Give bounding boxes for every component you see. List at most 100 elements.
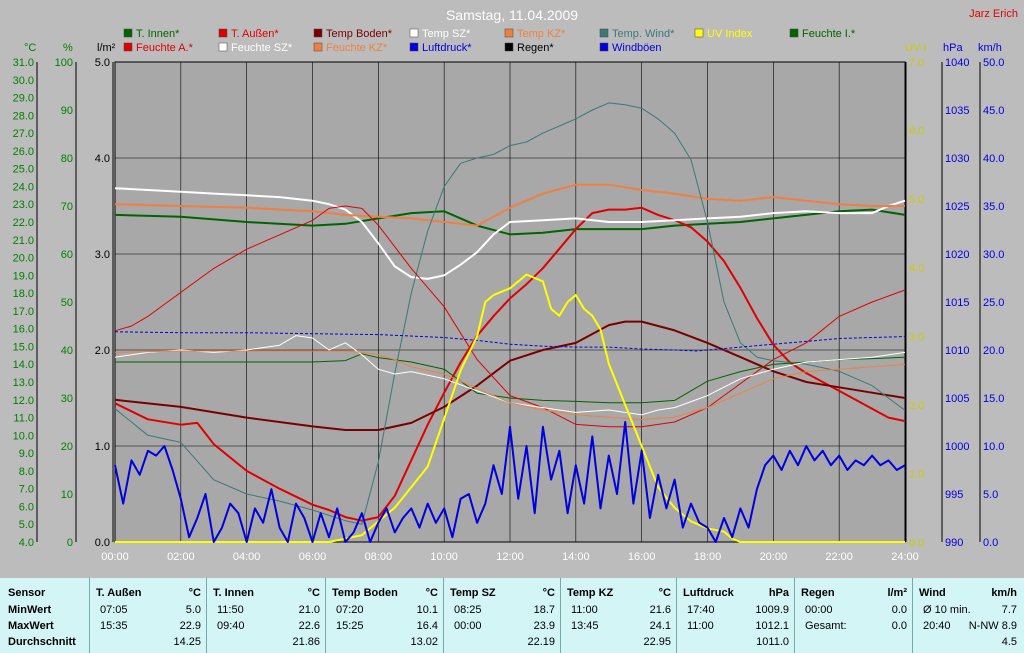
stats-cell: °C [425,587,438,599]
wind-tick-label: 15.0 [983,393,1004,405]
pressure-tick-label: 1000 [945,441,969,453]
humidity-axis-unit: % [63,42,73,54]
temp-tick-label: 30.0 [13,75,34,87]
stats-column: Temp KZ °C 11:00 21.6 13:45 24.1 22.95 [560,578,677,653]
uv-tick-label: 0.0 [909,537,924,549]
temp-tick-label: 16.0 [13,324,34,336]
legend-label: Temp Boden* [326,28,393,40]
stats-cell: 21.6 [649,604,671,616]
stats-cell: 22.9 [179,620,201,632]
legend-label: Luftdruck* [422,42,472,54]
humidity-tick-label: 0 [67,537,73,549]
humidity-tick-label: 40 [61,345,73,357]
x-tick-label: 14:00 [562,551,590,563]
stats-cell: Luftdruck [683,587,734,599]
stats-cell: hPa [768,587,789,599]
uv-tick-label: 5.0 [909,194,924,206]
stats-column: T. Außen °C 07:05 5.0 15:35 22.9 14.25 [89,578,207,653]
temp-tick-label: 14.0 [13,359,34,371]
stats-cell: °C [658,587,671,599]
stats-cell: N-NW 8.9 [968,620,1017,632]
x-tick-label: 04:00 [233,551,261,563]
stats-cell: Temp KZ [567,587,614,599]
humidity-tick-label: 10 [61,489,73,501]
legend-swatch [599,42,609,52]
legend-label: Feuchte SZ* [231,42,293,54]
pressure-tick-label: 1010 [945,345,969,357]
stats-column: T. Innen °C 11:50 21.0 09:40 22.6 21.86 [206,578,326,653]
stats-cell: T. Innen [213,587,254,599]
temp-tick-label: 8.0 [19,466,34,478]
stats-cell: Regen [801,587,835,599]
stats-cell: 07:20 [336,604,364,616]
stats-column: Regen l/m² 00:00 0.0 Gesamt: 0.0 [794,578,913,653]
temp-tick-label: 21.0 [13,235,34,247]
pressure-tick-label: 1030 [945,153,969,165]
legend-label: Feuchte I.* [802,28,856,40]
temp-tick-label: 19.0 [13,270,34,282]
legend-swatch [789,28,799,38]
stats-cell: °C [307,587,320,599]
legend-swatch [409,42,419,52]
stats-cell: 1012.1 [755,620,789,632]
stats-cell: Temp Boden [332,587,398,599]
wind-tick-label: 45.0 [983,105,1004,117]
stats-cell: Ø 10 min. [923,604,971,616]
stats-cell: 00:00 [454,620,482,632]
pressure-tick-label: 1015 [945,297,969,309]
uv-tick-label: 7.0 [909,57,924,69]
stats-cell: °C [542,587,555,599]
wind-tick-label: 35.0 [983,201,1004,213]
stats-cell: Gesamt: [805,620,847,632]
rain-tick-label: 0.0 [95,537,110,549]
stats-cell: 13:45 [571,620,599,632]
stats-cell: 16.4 [416,620,438,632]
temp-tick-label: 13.0 [13,377,34,389]
legend-swatch [409,28,419,38]
legend-swatch [504,28,514,38]
temp-tick-label: 11.0 [13,413,34,425]
stats-cell: 18.7 [533,604,555,616]
rain-tick-label: 4.0 [95,153,110,165]
weather-chart: 00:00 02:00 04:00 06:00 08:00 10:00 12:00 14:00… [0,0,1024,578]
legend-label: T. Innen* [136,28,180,40]
legend-label: Temp KZ* [517,28,566,40]
temp-tick-label: 23.0 [13,199,34,211]
wind-tick-label: 0.0 [983,537,998,549]
stats-cell: 15:25 [336,620,364,632]
legend-swatch [218,28,228,38]
x-tick-label: 16:00 [628,551,656,563]
legend-swatch [123,28,133,38]
legend-label: Temp SZ* [422,28,471,40]
stats-cell: l/m² [887,587,907,599]
wind-tick-label: 50.0 [983,57,1004,69]
humidity-tick-label: 90 [61,105,73,117]
row-label-max: MaxWert [8,620,54,632]
temp-tick-label: 18.0 [13,288,34,300]
stats-cell: 00:00 [805,604,833,616]
stats-cell: 20:40 [923,620,951,632]
uv-tick-label: 6.0 [909,126,924,138]
stats-cell: 09:40 [217,620,245,632]
stats-cell: 1009.9 [755,604,789,616]
wind-tick-label: 40.0 [983,153,1004,165]
stats-cell: T. Außen [96,587,142,599]
row-label-sensor: Sensor [8,587,46,599]
author-label: Jarz Erich [969,8,1018,20]
temp-tick-label: 4.0 [19,537,34,549]
x-tick-label: 08:00 [365,551,393,563]
pressure-tick-label: 995 [945,489,963,501]
row-label-min: MinWert [8,604,52,616]
x-tick-label: 00:00 [101,551,129,563]
temp-tick-label: 9.0 [19,448,34,460]
stats-table: Sensor MinWert MaxWert Durchschnitt T. A… [0,578,1024,653]
wind-axis-unit: km/h [978,42,1002,54]
wind-tick-label: 20.0 [983,345,1004,357]
wind-tick-label: 25.0 [983,297,1004,309]
pressure-axis-unit: hPa [943,42,963,54]
legend-swatch [599,28,609,38]
temp-tick-label: 17.0 [13,306,34,318]
stats-cell: 23.9 [533,620,555,632]
temp-tick-label: 29.0 [13,93,34,105]
pressure-tick-label: 1025 [945,201,969,213]
